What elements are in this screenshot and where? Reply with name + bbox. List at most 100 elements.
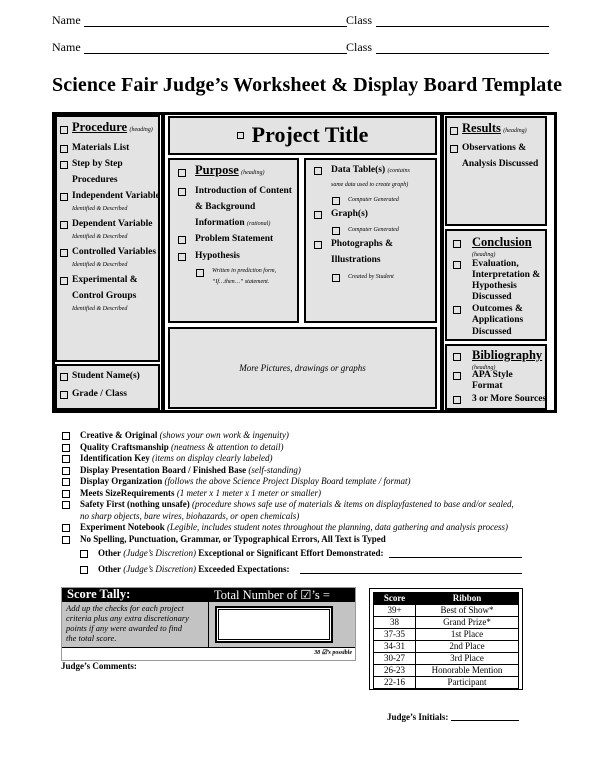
- ribbon-cell: 1st Place: [415, 628, 519, 641]
- checklist-item: Controlled Variables Identified & Descri…: [60, 245, 156, 270]
- criteria-label: Identification Key: [80, 453, 150, 463]
- total-score-input[interactable]: [215, 606, 333, 643]
- item-label: Discussed: [472, 327, 512, 337]
- tally-body: Add up the checks for each project crite…: [62, 602, 355, 647]
- checkbox[interactable]: [453, 372, 461, 380]
- criteria-note: (follows the above Science Project Displ…: [162, 476, 411, 486]
- heading-note: (heading): [503, 128, 527, 134]
- checkbox[interactable]: [453, 306, 461, 314]
- checklist-item: Grade / Class: [60, 387, 127, 402]
- checklist-item: Outcomes & Applications Discussed: [453, 304, 523, 339]
- class-field[interactable]: [376, 53, 549, 54]
- checkbox[interactable]: [178, 169, 186, 177]
- checklist-item: Graph(s): [314, 207, 368, 222]
- criteria-item: No Spelling, Punctuation, Grammar, or Ty…: [62, 534, 386, 546]
- other-note: (Judge’s Discretion): [121, 564, 196, 574]
- checkbox[interactable]: [62, 455, 70, 463]
- checklist-item: Hypothesis: [178, 249, 240, 264]
- item-note: Computer Generated: [348, 197, 399, 203]
- name-field[interactable]: [84, 26, 347, 27]
- checkbox[interactable]: [62, 466, 70, 475]
- item-note: Computer Generated: [348, 227, 399, 233]
- checkbox[interactable]: [60, 391, 68, 399]
- checkbox[interactable]: [314, 167, 322, 175]
- checkbox[interactable]: [332, 197, 340, 205]
- checkbox[interactable]: [453, 353, 461, 361]
- criteria-item: Safety First (nothing unsafe) (procedure…: [62, 499, 514, 522]
- table-row: 39+ Best of Show*: [373, 604, 519, 617]
- checkbox[interactable]: [60, 221, 68, 229]
- other-note: (Judge’s Discretion): [121, 548, 196, 558]
- checkbox[interactable]: [332, 274, 340, 282]
- checklist-sub-item: Computer Generated: [332, 223, 399, 238]
- item-label: Applications: [472, 315, 524, 325]
- checkbox[interactable]: [314, 241, 322, 249]
- checkbox[interactable]: [60, 193, 68, 201]
- tally-rule: [62, 647, 355, 648]
- checklist-item: Independent Variable Identified & Descri…: [60, 189, 160, 214]
- checkbox[interactable]: [450, 127, 458, 135]
- checklist-item: Observations & Analysis Discussed: [450, 141, 538, 172]
- checklist-item: Introduction of Content & Background Inf…: [178, 184, 292, 232]
- item-label: & Background: [195, 202, 256, 212]
- item-label: Observations &: [462, 143, 527, 153]
- checkbox[interactable]: [178, 236, 186, 244]
- checkbox[interactable]: [332, 227, 340, 235]
- other-item: Other (Judge’s Discretion) Exceptional o…: [80, 548, 384, 560]
- criteria-label: Safety First (nothing unsafe): [80, 499, 190, 509]
- checkbox[interactable]: [178, 253, 186, 261]
- score-cell: 38: [373, 616, 416, 629]
- criteria-label: Creative & Original: [80, 430, 158, 440]
- checkbox[interactable]: [453, 396, 461, 404]
- student-info-panel: Student Name(s) Grade / Class: [55, 364, 160, 410]
- class-field[interactable]: [376, 26, 549, 27]
- item-label: Information: [195, 218, 245, 228]
- checkbox[interactable]: [60, 373, 68, 381]
- checkbox[interactable]: [62, 478, 70, 486]
- procedure-heading: Procedure (heading): [60, 120, 153, 138]
- checkbox[interactable]: [453, 261, 461, 269]
- criteria-note: (Legible, includes student notes through…: [164, 522, 509, 532]
- checkbox[interactable]: [62, 524, 70, 532]
- checkbox[interactable]: [178, 188, 186, 196]
- checkbox[interactable]: [60, 161, 68, 169]
- item-label: Grade / Class: [72, 389, 127, 399]
- tally-instructions: Add up the checks for each project crite…: [66, 603, 189, 643]
- checkbox[interactable]: [62, 443, 70, 452]
- other-field[interactable]: [300, 573, 522, 574]
- checkbox[interactable]: [80, 550, 88, 558]
- item-label: Control Groups: [72, 291, 137, 301]
- ribbon-cell: 2nd Place: [415, 640, 519, 653]
- judges-comments-label: Judge’s Comments:: [61, 661, 137, 671]
- checkbox[interactable]: [62, 489, 70, 498]
- name-field[interactable]: [84, 53, 347, 54]
- heading-text: Purpose: [195, 163, 239, 177]
- table-row: 30-27 3rd Place: [373, 652, 519, 665]
- checkbox[interactable]: [60, 126, 68, 134]
- checkbox[interactable]: [453, 240, 461, 248]
- name-label: Name: [52, 40, 81, 54]
- checkbox[interactable]: [62, 501, 70, 509]
- checkbox[interactable]: [80, 566, 88, 574]
- checkbox[interactable]: [60, 277, 68, 285]
- criteria-item: Identification Key (items on display cle…: [62, 453, 272, 465]
- column-header: Ribbon: [415, 592, 519, 605]
- checkbox[interactable]: [236, 132, 244, 139]
- criteria-note: no sharp objects, bare wires, biohazards…: [80, 510, 300, 521]
- checkbox[interactable]: [60, 145, 68, 153]
- checkbox[interactable]: [196, 269, 204, 277]
- checkbox[interactable]: [62, 432, 70, 440]
- item-label: Data Table(s): [331, 165, 386, 175]
- checkbox[interactable]: [314, 211, 322, 219]
- possible-count: 38 ☑’s possible: [314, 650, 352, 656]
- tally-header: Score Tally: Total Number of ☑’s =: [62, 587, 355, 602]
- other-field[interactable]: [389, 557, 522, 558]
- judges-initials-field[interactable]: [451, 720, 519, 721]
- item-label: Introduction of Content: [195, 186, 292, 196]
- criteria-label: Experiment Notebook: [80, 522, 165, 532]
- checkbox[interactable]: [62, 535, 70, 544]
- item-note: Identified & Described: [72, 306, 128, 312]
- checkbox[interactable]: [450, 145, 458, 153]
- item-note: Identified & Described: [72, 206, 128, 212]
- checkbox[interactable]: [60, 249, 68, 257]
